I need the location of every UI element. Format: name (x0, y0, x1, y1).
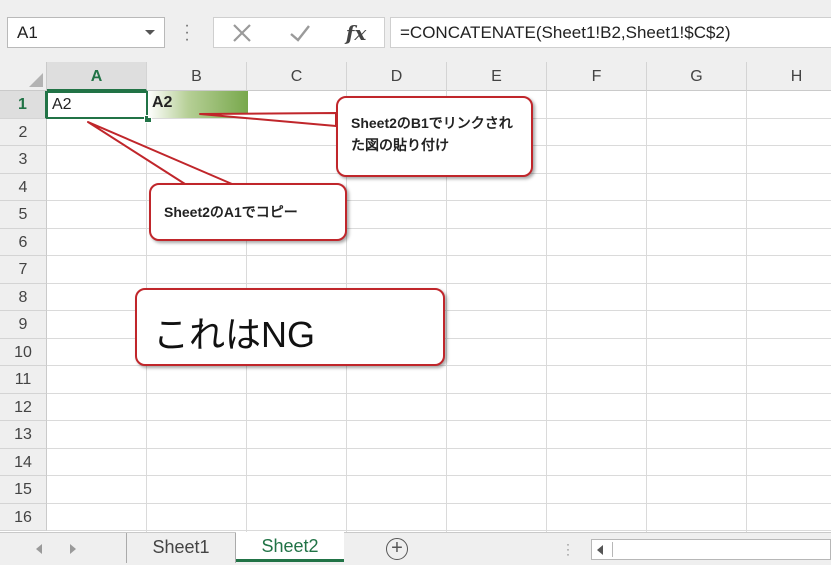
row-gridline (47, 447, 831, 449)
row-header-7[interactable]: 7 (0, 256, 47, 284)
column-gridline (746, 91, 747, 532)
callout-ng: これはNG (135, 288, 445, 366)
column-header-a[interactable]: A (47, 62, 147, 91)
formula-buttons: fx (213, 17, 385, 48)
column-gridline (546, 91, 547, 532)
row-header-8[interactable]: 8 (0, 283, 47, 311)
vertical-dots-icon[interactable]: · · · (566, 538, 570, 560)
name-box-value: A1 (17, 23, 38, 42)
row-header-2[interactable]: 2 (0, 118, 47, 146)
row-gridline (47, 392, 831, 394)
tab-sheet1[interactable]: Sheet1 (126, 533, 236, 563)
chevron-down-icon[interactable] (145, 30, 155, 35)
column-header-h[interactable]: H (747, 62, 831, 91)
select-all-triangle-icon (29, 73, 43, 87)
callout-copy-text: Sheet2のA1でコピー (164, 204, 298, 220)
scrollbar-thumb[interactable] (612, 542, 828, 557)
row-header-12[interactable]: 12 (0, 393, 47, 421)
tab-scroll-left-icon[interactable] (36, 544, 42, 554)
name-box[interactable]: A1 (7, 17, 165, 48)
tab-scroll-right-icon[interactable] (70, 544, 76, 554)
add-sheet-button[interactable]: + (386, 538, 408, 560)
row-gridline (47, 255, 831, 256)
select-all-button[interactable] (0, 62, 47, 91)
linked-picture-value: A2 (152, 94, 173, 111)
row-gridline (47, 420, 831, 421)
row-header-11[interactable]: 11 (0, 366, 47, 394)
row-header-6[interactable]: 6 (0, 228, 47, 256)
linked-picture-b1[interactable]: A2 (148, 91, 248, 118)
vertical-dots-icon[interactable]: · · · (184, 18, 190, 48)
check-icon[interactable] (272, 18, 328, 47)
column-header-g[interactable]: G (647, 62, 747, 91)
cell-a1-value: A2 (52, 96, 72, 113)
column-header-e[interactable]: E (447, 62, 547, 91)
active-cell-a1[interactable]: A2 (46, 91, 148, 119)
row-gridline (47, 475, 831, 476)
row-header-4[interactable]: 4 (0, 173, 47, 201)
horizontal-scrollbar[interactable] (591, 539, 831, 560)
column-header-f[interactable]: F (547, 62, 647, 91)
sheet-tab-bar: Sheet1 Sheet2 + · · · (0, 532, 831, 565)
row-header-16[interactable]: 16 (0, 503, 47, 531)
formula-text: =CONCATENATE(Sheet1!B2,Sheet1!$C$2) (400, 23, 731, 42)
column-header-d[interactable]: D (347, 62, 447, 91)
column-header-b[interactable]: B (147, 62, 247, 91)
formula-input[interactable]: =CONCATENATE(Sheet1!B2,Sheet1!$C$2) (390, 17, 831, 48)
callout-linked-picture: Sheet2のB1でリンクされた図の貼り付け (336, 96, 533, 177)
insert-function-icon[interactable]: fx (328, 18, 384, 47)
callout-copy: Sheet2のA1でコピー (149, 183, 347, 241)
row-header-9[interactable]: 9 (0, 311, 47, 339)
callout-ng-text: これはNG (153, 314, 316, 355)
column-gridline (646, 91, 647, 532)
row-gridline (47, 282, 831, 284)
row-header-1[interactable]: 1 (0, 91, 47, 119)
row-header-5[interactable]: 5 (0, 201, 47, 229)
row-header-10[interactable]: 10 (0, 338, 47, 366)
row-gridline (47, 502, 831, 504)
row-header-14[interactable]: 14 (0, 448, 47, 476)
row-header-13[interactable]: 13 (0, 421, 47, 449)
cancel-icon[interactable] (214, 18, 270, 47)
row-header-3[interactable]: 3 (0, 146, 47, 174)
column-header-c[interactable]: C (247, 62, 347, 91)
tab-sheet2[interactable]: Sheet2 (236, 532, 344, 562)
callout-linked-picture-text: Sheet2のB1でリンクされた図の貼り付け (351, 115, 513, 153)
row-gridline (47, 530, 831, 531)
row-header-15[interactable]: 15 (0, 476, 47, 504)
scroll-left-icon[interactable] (597, 545, 603, 555)
formula-bar: A1 · · · fx =CONCATENATE(Sheet1!B2,Sheet1!… (0, 0, 831, 62)
